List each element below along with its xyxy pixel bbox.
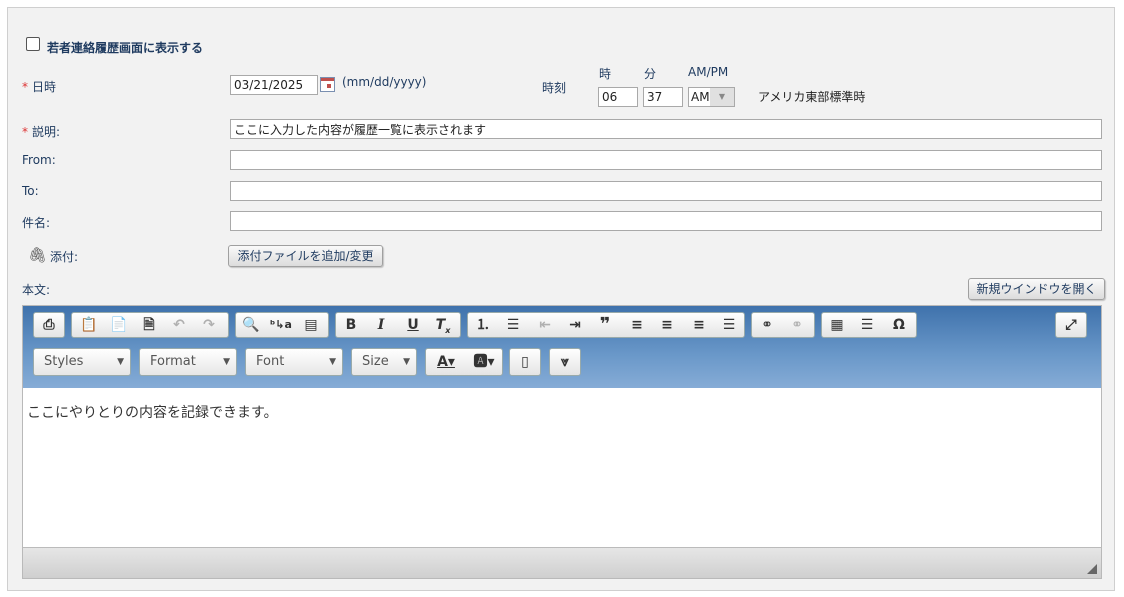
paste-text-icon[interactable]: 📄 — [104, 313, 134, 337]
undo-icon[interactable]: ↶ — [164, 313, 194, 337]
print-icon[interactable]: ⎙ — [34, 313, 64, 337]
show-history-checkbox[interactable] — [26, 37, 40, 51]
description-label-wrap: * 説明: — [22, 123, 60, 140]
new-window-button[interactable]: 新規ウインドウを開く — [968, 278, 1105, 300]
font-label: Font — [256, 354, 285, 369]
resize-handle-icon[interactable] — [1087, 564, 1097, 574]
link-icon[interactable]: ⚭ — [752, 313, 782, 337]
source-group: ▯ — [509, 348, 541, 376]
date-label-wrap: * 日時 — [22, 78, 56, 95]
search-icon[interactable]: 🔍 — [236, 313, 266, 337]
styles-label: Styles — [44, 354, 84, 369]
paste-icon[interactable]: 📋 — [74, 313, 104, 337]
expand-toolbar-icon[interactable]: ⩔ — [550, 350, 580, 374]
maximize-icon[interactable]: ⤢ — [1056, 313, 1086, 337]
to-input[interactable] — [230, 181, 1102, 201]
italic-icon[interactable]: I — [366, 313, 396, 337]
hour-header: 時 — [599, 67, 612, 81]
show-history-label: 若者連絡履歴画面に表示する — [47, 41, 204, 55]
add-attachment-button[interactable]: 添付ファイルを追加/変更 — [228, 245, 383, 267]
time-label: 時刻 — [542, 81, 567, 95]
find-group: 🔍 ᵇ↳a ▤ — [235, 312, 329, 338]
attach-label: 添付: — [50, 250, 79, 264]
more-group: ⩔ — [549, 348, 581, 376]
color-group: A▾ 🅰▾ — [425, 348, 503, 376]
date-label: 日時 — [32, 80, 57, 94]
select-all-icon[interactable]: ▤ — [296, 313, 326, 337]
blockquote-icon[interactable]: ❞ — [590, 313, 620, 337]
text-color-icon[interactable]: A▾ — [428, 350, 464, 374]
editor-content[interactable]: ここにやりとりの内容を記録できます。 — [27, 402, 278, 422]
date-input[interactable] — [230, 75, 318, 95]
minute-header: 分 — [644, 67, 657, 81]
maximize-group: ⤢ — [1055, 312, 1087, 338]
link-group: ⚭ ⚭ — [751, 312, 815, 338]
calendar-icon[interactable] — [320, 77, 335, 92]
from-input[interactable] — [230, 150, 1102, 170]
underline-icon[interactable]: U — [398, 313, 428, 337]
body-label: 本文: — [22, 283, 51, 297]
numbered-list-icon[interactable]: ⒈ — [468, 313, 498, 337]
subject-label: 件名: — [22, 216, 51, 230]
size-label: Size — [362, 354, 389, 369]
redo-icon[interactable]: ↷ — [194, 313, 224, 337]
description-input[interactable] — [230, 119, 1102, 139]
remove-format-icon[interactable]: Tx — [428, 313, 458, 337]
special-char-icon[interactable]: Ω — [884, 313, 914, 337]
format-group: B I U Tx — [335, 312, 461, 338]
chevron-down-icon: ▼ — [710, 88, 734, 106]
print-group: ⎙ — [33, 312, 65, 338]
to-label: To: — [22, 184, 39, 198]
indent-icon[interactable]: ⇥ — [560, 313, 590, 337]
format-label: Format — [150, 354, 196, 369]
outdent-icon[interactable]: ⇤ — [530, 313, 560, 337]
description-label: 説明: — [32, 125, 61, 139]
timezone-text: アメリカ東部標準時 — [758, 90, 866, 104]
align-center-icon[interactable]: ≡ — [652, 313, 682, 337]
horizontal-rule-icon[interactable]: ☰ — [852, 313, 882, 337]
required-mark: * — [22, 80, 28, 94]
minute-input[interactable] — [643, 87, 683, 107]
bold-icon[interactable]: B — [336, 313, 366, 337]
chevron-down-icon: ▼ — [403, 357, 410, 367]
styles-combo[interactable]: Styles ▼ — [33, 348, 131, 376]
date-format-hint: (mm/dd/yyyy) — [342, 75, 427, 89]
from-label: From: — [22, 153, 56, 167]
unlink-icon[interactable]: ⚭ — [782, 313, 812, 337]
paste-word-icon[interactable]: 🗎 — [134, 313, 164, 337]
subject-input[interactable] — [230, 211, 1102, 231]
editor-toolbar: ⎙ 📋 📄 🗎 ↶ ↷ 🔍 ᵇ↳a ▤ B I U Tx ⒈ ☰ ⇤ ⇥ ❞ ≡… — [23, 306, 1101, 388]
chevron-down-icon: ▼ — [117, 357, 124, 367]
clipboard-group: 📋 📄 🗎 ↶ ↷ — [71, 312, 229, 338]
align-left-icon[interactable]: ≡ — [622, 313, 652, 337]
format-combo[interactable]: Format ▼ — [139, 348, 237, 376]
ampm-select[interactable]: AM ▼ — [688, 87, 735, 107]
paragraph-group: ⒈ ☰ ⇤ ⇥ ❞ ≡ ≡ ≡ ☰ — [467, 312, 745, 338]
hour-input[interactable] — [598, 87, 638, 107]
rich-text-editor: ⎙ 📋 📄 🗎 ↶ ↷ 🔍 ᵇ↳a ▤ B I U Tx ⒈ ☰ ⇤ ⇥ ❞ ≡… — [22, 305, 1102, 579]
size-combo[interactable]: Size ▼ — [351, 348, 417, 376]
replace-icon[interactable]: ᵇ↳a — [266, 313, 296, 337]
align-right-icon[interactable]: ≡ — [684, 313, 714, 337]
insert-group: ▦ ☰ Ω — [821, 312, 917, 338]
ampm-value: AM — [691, 90, 710, 104]
form-panel: 若者連絡履歴画面に表示する * 日時 (mm/dd/yyyy) 時刻 時 分 AM… — [7, 7, 1115, 591]
table-icon[interactable]: ▦ — [822, 313, 852, 337]
justify-icon[interactable]: ☰ — [714, 313, 744, 337]
background-color-icon[interactable]: 🅰▾ — [466, 350, 502, 374]
chevron-down-icon: ▼ — [223, 357, 230, 367]
paperclip-icon: 🖇 — [28, 246, 48, 264]
chevron-down-icon: ▼ — [329, 357, 336, 367]
required-mark: * — [22, 125, 28, 139]
show-blocks-icon[interactable]: ▯ — [510, 350, 540, 374]
bulleted-list-icon[interactable]: ☰ — [498, 313, 528, 337]
editor-footer — [23, 547, 1101, 578]
font-combo[interactable]: Font ▼ — [245, 348, 343, 376]
ampm-header: AM/PM — [688, 65, 729, 79]
